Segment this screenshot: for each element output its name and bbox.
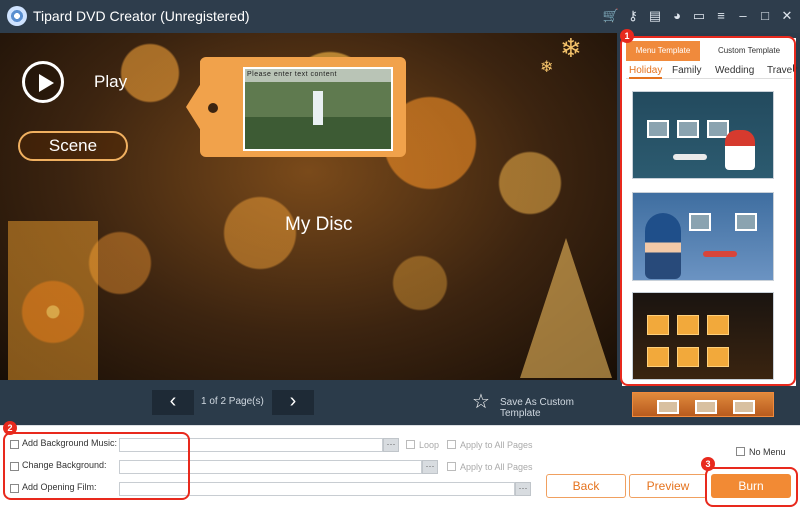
highlight-box-burn — [705, 467, 798, 507]
apply-all-background-option: Apply to All Pages — [447, 462, 533, 472]
save-as-custom-template-button[interactable]: Save As Custom Template — [500, 397, 617, 419]
step-badge-2: 2 — [3, 421, 17, 435]
play-icon — [39, 74, 54, 92]
menu-thumbnail-photo[interactable] — [243, 67, 393, 151]
minimize-icon[interactable]: – — [734, 6, 752, 26]
loop-option: Loop — [406, 440, 439, 450]
close-icon[interactable]: ✕ — [778, 6, 796, 26]
cart-icon[interactable]: 🛒 — [602, 6, 620, 26]
background-music-browse-button[interactable]: ··· — [383, 438, 399, 452]
apply-all-background-label: Apply to All Pages — [460, 462, 533, 472]
menu-icon[interactable]: ≡ — [712, 6, 730, 26]
step-badge-3: 3 — [701, 457, 715, 471]
feedback-icon[interactable]: ▭ — [690, 6, 708, 26]
reindeer-decoration — [8, 153, 98, 380]
star-icon[interactable]: ☆ — [472, 392, 490, 412]
apply-all-music-option: Apply to All Pages — [447, 440, 533, 450]
step-badge-1: 1 — [620, 29, 634, 43]
thumb-frame — [733, 400, 755, 414]
loop-label: Loop — [419, 440, 440, 450]
highlight-box-template-panel — [620, 36, 796, 386]
back-button[interactable]: Back — [546, 474, 626, 498]
tag-hole — [208, 103, 218, 113]
page-indicator: 1 of 2 Page(s) — [201, 396, 264, 407]
snowflake-icon: ❄ — [560, 33, 582, 63]
title-bar: Tipard DVD Creator (Unregistered) 🛒 ⚷ ▤ … — [0, 0, 800, 33]
scene-button[interactable]: Scene — [18, 131, 128, 161]
no-menu-label: No Menu — [749, 447, 786, 457]
app-logo-icon — [7, 6, 27, 26]
no-menu-checkbox[interactable] — [736, 447, 745, 456]
loop-checkbox[interactable] — [406, 440, 415, 449]
apply-all-music-checkbox[interactable] — [447, 440, 456, 449]
template-thumbnail-selected[interactable] — [632, 392, 774, 417]
no-menu-option: No Menu — [736, 447, 786, 457]
play-label[interactable]: Play — [94, 72, 127, 92]
apply-all-background-checkbox[interactable] — [447, 462, 456, 471]
opening-film-browse-button[interactable]: ··· — [515, 482, 531, 496]
christmas-tree-decoration — [520, 238, 612, 378]
page-navigation-bar: ‹ 1 of 2 Page(s) › ☆ Save As Custom Temp… — [0, 380, 617, 425]
key-icon[interactable]: ⚷ — [624, 6, 642, 26]
previous-page-button[interactable]: ‹ — [152, 390, 194, 415]
maximize-icon[interactable]: □ — [756, 6, 774, 26]
window-controls: 🛒 ⚷ ▤ ◕ ▭ ≡ – □ ✕ — [602, 6, 796, 26]
snowflake-icon: ❄ — [540, 59, 554, 76]
disc-title[interactable]: My Disc — [285, 214, 353, 236]
preview-button[interactable]: Preview — [629, 474, 707, 498]
window-title: Tipard DVD Creator (Unregistered) — [33, 8, 250, 24]
tag-caption[interactable]: Please enter text content — [247, 71, 337, 78]
thumb-frame — [657, 400, 679, 414]
highlight-box-options — [3, 432, 190, 500]
app-window: Tipard DVD Creator (Unregistered) 🛒 ⚷ ▤ … — [0, 0, 800, 511]
change-background-browse-button[interactable]: ··· — [422, 460, 438, 474]
apply-all-music-label: Apply to All Pages — [460, 440, 533, 450]
waterfall-image — [313, 91, 323, 125]
next-page-button[interactable]: › — [272, 390, 314, 415]
play-button[interactable] — [22, 61, 64, 103]
register-icon[interactable]: ▤ — [646, 6, 664, 26]
chat-icon[interactable]: ◕ — [668, 6, 686, 26]
thumb-frame — [695, 400, 717, 414]
